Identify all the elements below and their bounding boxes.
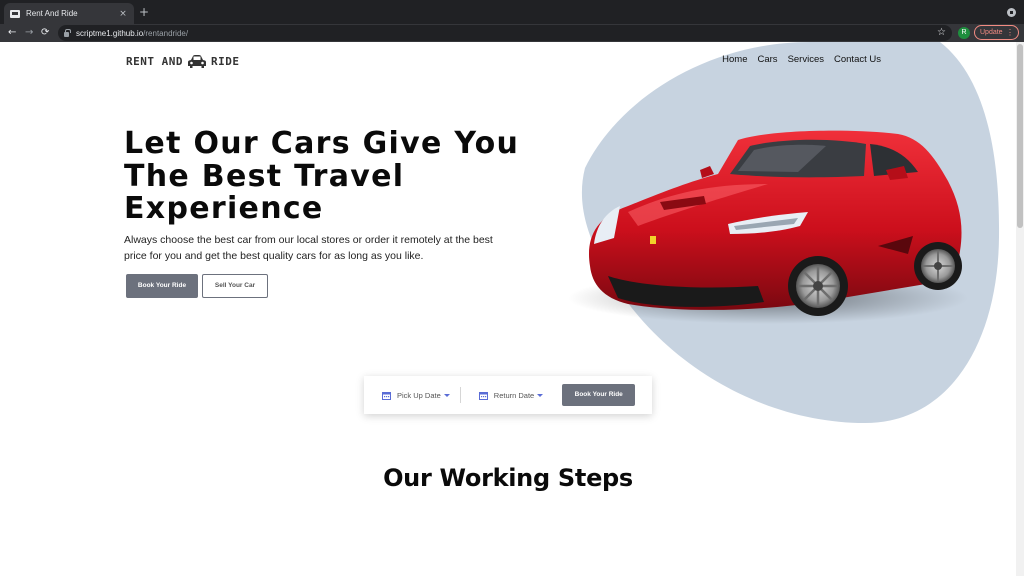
nav-contact-us[interactable]: Contact Us: [834, 54, 881, 65]
booking-divider: [459, 387, 461, 403]
site-logo[interactable]: RENT AND RIDE: [126, 54, 239, 69]
return-date-dropdown[interactable]: Return Date: [478, 390, 544, 400]
caret-down-icon: [537, 394, 544, 397]
booking-bar: Pick Up Date Return Date Book Your Ride: [364, 376, 652, 414]
calendar-icon: [382, 391, 391, 400]
pickup-date-dropdown[interactable]: Pick Up Date: [382, 391, 450, 400]
caret-down-icon: [443, 394, 450, 397]
nav-cars[interactable]: Cars: [758, 54, 778, 65]
reload-icon[interactable]: ⟳: [41, 25, 49, 41]
back-icon[interactable]: ←: [8, 25, 16, 41]
browser-tab[interactable]: Rent And Ride ×: [4, 3, 134, 24]
close-tab-icon[interactable]: ×: [118, 9, 128, 19]
red-sports-car-image: [568, 130, 968, 324]
browser-tabstrip: Rent And Ride × +: [0, 0, 1024, 24]
pickup-date-label: Pick Up Date: [397, 390, 441, 400]
hero-description: Always choose the best car from our loca…: [124, 234, 493, 262]
browser-toolbar: ← → ⟳ scriptme1.github.io/rentandride/ ☆…: [0, 24, 1024, 42]
main-nav: Home Cars Services Contact Us: [722, 54, 881, 65]
logo-text-left: RENT AND: [126, 55, 183, 68]
url-path: /rentandride/: [143, 28, 189, 38]
tab-title: Rent And Ride: [26, 9, 78, 18]
forward-icon[interactable]: →: [25, 25, 33, 41]
scrollbar-thumb[interactable]: [1017, 44, 1023, 228]
favicon-icon: [10, 9, 20, 18]
working-steps-title: Our Working Steps: [383, 464, 633, 492]
bookmark-star-icon[interactable]: ☆: [937, 25, 946, 41]
car-logo-icon: [187, 55, 206, 68]
nav-services[interactable]: Services: [788, 54, 824, 65]
book-your-ride-button[interactable]: Book Your Ride: [126, 274, 198, 298]
lock-icon: [64, 28, 71, 37]
new-tab-button[interactable]: +: [139, 4, 149, 20]
update-label: Update: [980, 29, 1003, 36]
nav-home[interactable]: Home: [722, 54, 747, 65]
window-control-icon[interactable]: [1007, 8, 1016, 17]
hero-title: Let Our Cars Give You The Best Travel Ex…: [124, 126, 520, 226]
calendar-icon: [478, 391, 488, 400]
logo-text-right: RIDE: [210, 55, 240, 68]
booking-book-your-ride-button[interactable]: Book Your Ride: [562, 384, 636, 406]
menu-dots-icon[interactable]: ⋮: [1006, 26, 1014, 39]
address-bar[interactable]: scriptme1.github.io/rentandride/ ☆: [58, 25, 952, 41]
page-viewport: RENT AND RIDE Home Cars Services Contact…: [0, 42, 1024, 576]
update-button[interactable]: Update ⋮: [974, 25, 1019, 40]
url-host: scriptme1.github.io: [76, 28, 144, 38]
return-date-label: Return Date: [493, 390, 535, 400]
profile-avatar[interactable]: R: [958, 27, 970, 39]
sell-your-car-button[interactable]: Sell Your Car: [202, 274, 268, 298]
